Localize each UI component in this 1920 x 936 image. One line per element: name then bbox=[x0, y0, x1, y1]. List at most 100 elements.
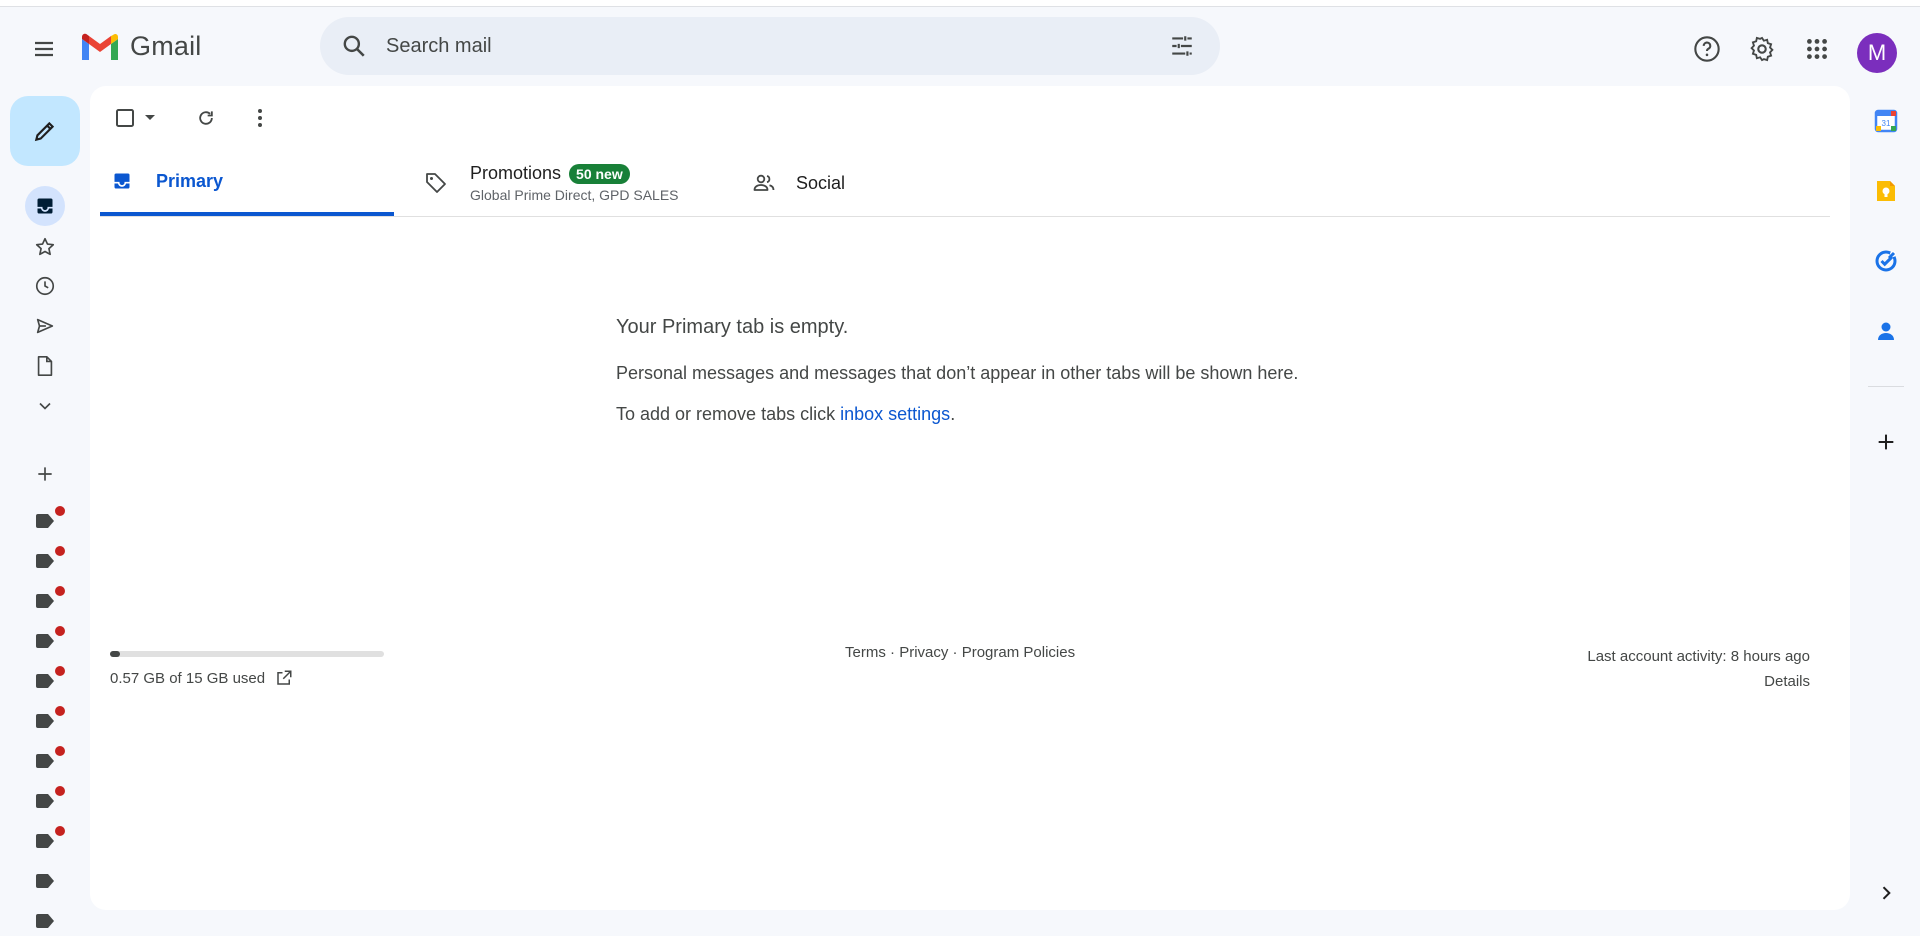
sidebar-label-1[interactable] bbox=[25, 506, 65, 536]
inbox-settings-link[interactable]: inbox settings bbox=[840, 404, 950, 424]
empty-state-hint: To add or remove tabs click inbox settin… bbox=[616, 404, 1298, 425]
new-count-badge: 50 new bbox=[569, 164, 630, 185]
unread-dot bbox=[55, 506, 65, 516]
app-header: Gmail M bbox=[0, 7, 1920, 85]
label-icon bbox=[36, 714, 54, 728]
label-icon bbox=[36, 514, 54, 528]
label-icon bbox=[36, 834, 54, 848]
sidebar-label-2[interactable] bbox=[25, 546, 65, 576]
sidebar-label-6[interactable] bbox=[25, 706, 65, 736]
sidebar-label-3[interactable] bbox=[25, 586, 65, 616]
sidebar-label-4[interactable] bbox=[25, 626, 65, 656]
more-vert-icon bbox=[258, 109, 262, 127]
tab-promotions-senders: Global Prime Direct, GPD SALES bbox=[470, 187, 679, 204]
refresh-button[interactable] bbox=[182, 98, 230, 138]
tasks-app-button[interactable] bbox=[1866, 241, 1906, 281]
tasks-icon bbox=[1875, 250, 1897, 272]
checkbox-icon bbox=[116, 109, 134, 127]
select-checkbox[interactable] bbox=[108, 98, 142, 138]
browser-top-line bbox=[0, 0, 1920, 7]
inbox-icon bbox=[37, 198, 53, 214]
support-button[interactable] bbox=[1683, 25, 1731, 73]
sidebar-label-9[interactable] bbox=[25, 826, 65, 856]
gmail-logo[interactable]: Gmail bbox=[80, 31, 202, 62]
chevron-right-icon bbox=[1882, 886, 1891, 900]
gear-icon bbox=[1750, 36, 1774, 62]
sidebar-label-11[interactable] bbox=[25, 906, 65, 936]
inbox-icon bbox=[114, 173, 130, 189]
storage-bar bbox=[110, 651, 384, 657]
storage-usage: 0.57 GB of 15 GB used bbox=[110, 669, 384, 687]
unread-dot bbox=[55, 666, 65, 676]
footer-links: Terms · Privacy · Program Policies bbox=[845, 644, 1075, 661]
tab-social[interactable]: Social bbox=[752, 150, 1042, 216]
label-icon bbox=[36, 594, 54, 608]
sidebar-item-drafts[interactable] bbox=[25, 348, 65, 384]
keep-app-button[interactable] bbox=[1866, 171, 1906, 211]
unread-dot bbox=[55, 706, 65, 716]
settings-button[interactable] bbox=[1738, 25, 1786, 73]
tab-primary[interactable]: Primary bbox=[100, 150, 394, 216]
help-icon bbox=[1694, 36, 1720, 62]
storage-usage-text: 0.57 GB of 15 GB used bbox=[110, 669, 266, 687]
program-policies-link[interactable]: Program Policies bbox=[962, 644, 1075, 661]
empty-state-description: Personal messages and messages that don’… bbox=[616, 363, 1299, 383]
search-button[interactable] bbox=[324, 17, 384, 75]
main-menu-button[interactable] bbox=[20, 25, 68, 73]
details-link[interactable]: Details bbox=[1587, 669, 1810, 694]
show-side-panel-button[interactable] bbox=[1866, 873, 1906, 913]
chevron-down-icon bbox=[39, 402, 51, 410]
gmail-m-icon bbox=[82, 33, 118, 60]
sidebar-item-more[interactable] bbox=[25, 388, 65, 424]
label-icon bbox=[36, 754, 54, 768]
unread-dot bbox=[55, 546, 65, 556]
unread-dot bbox=[55, 586, 65, 596]
sidebar-item-starred[interactable] bbox=[25, 229, 65, 265]
tag-icon bbox=[426, 173, 446, 193]
side-panel-divider bbox=[1868, 386, 1904, 387]
gmail-logo-text: Gmail bbox=[130, 31, 202, 61]
sidebar-item-snoozed[interactable] bbox=[25, 268, 65, 304]
empty-state-hint-prefix: To add or remove tabs click bbox=[616, 404, 841, 424]
contacts-app-button[interactable] bbox=[1866, 311, 1906, 351]
storage-info: 0.57 GB of 15 GB used bbox=[110, 651, 384, 687]
account-avatar[interactable]: M bbox=[1857, 33, 1897, 73]
hamburger-icon bbox=[35, 41, 53, 57]
plus-icon bbox=[1878, 434, 1894, 450]
label-icon bbox=[36, 674, 54, 688]
star-icon bbox=[35, 237, 55, 256]
google-apps-button[interactable] bbox=[1793, 25, 1841, 73]
storage-bar-fill bbox=[110, 651, 121, 657]
terms-link[interactable]: Terms bbox=[845, 644, 886, 661]
search-input[interactable] bbox=[384, 16, 1152, 76]
tab-primary-label: Primary bbox=[156, 170, 224, 191]
pencil-icon bbox=[34, 121, 55, 142]
get-addons-button[interactable] bbox=[1866, 422, 1906, 462]
sidebar-item-sent[interactable] bbox=[25, 308, 65, 344]
more-options-button[interactable] bbox=[240, 98, 280, 138]
tab-promotions[interactable]: Promotions 50 new Global Prime Direct, GP… bbox=[424, 150, 714, 216]
unread-dot bbox=[55, 626, 65, 636]
sidebar-label-8[interactable] bbox=[25, 786, 65, 816]
create-label-button[interactable] bbox=[25, 456, 65, 492]
sidebar-label-5[interactable] bbox=[25, 666, 65, 696]
compose-button[interactable] bbox=[10, 96, 80, 166]
label-icon bbox=[36, 914, 54, 928]
empty-state-title: Your Primary tab is empty. bbox=[616, 316, 849, 338]
empty-state-hint-suffix: . bbox=[950, 404, 956, 424]
account-activity: Last account activity: 8 hours ago Detai… bbox=[1587, 644, 1810, 694]
sidebar-label-7[interactable] bbox=[25, 746, 65, 776]
mail-toolbar bbox=[108, 98, 280, 138]
search-options-button[interactable] bbox=[1152, 17, 1212, 75]
refresh-icon bbox=[199, 111, 213, 125]
plus-icon bbox=[38, 467, 52, 481]
sidebar-label-10[interactable] bbox=[25, 866, 65, 896]
inbox-tabs: Primary Promotions 50 new Global Prime Di… bbox=[100, 150, 1830, 217]
calendar-icon: 31 bbox=[1874, 109, 1898, 133]
sidebar-item-inbox[interactable] bbox=[25, 186, 65, 226]
calendar-app-button[interactable]: 31 bbox=[1866, 101, 1906, 141]
label-icon bbox=[36, 634, 54, 648]
select-dropdown-button[interactable] bbox=[142, 98, 158, 138]
open-in-new-icon[interactable] bbox=[275, 669, 293, 687]
privacy-link[interactable]: Privacy bbox=[899, 644, 948, 661]
